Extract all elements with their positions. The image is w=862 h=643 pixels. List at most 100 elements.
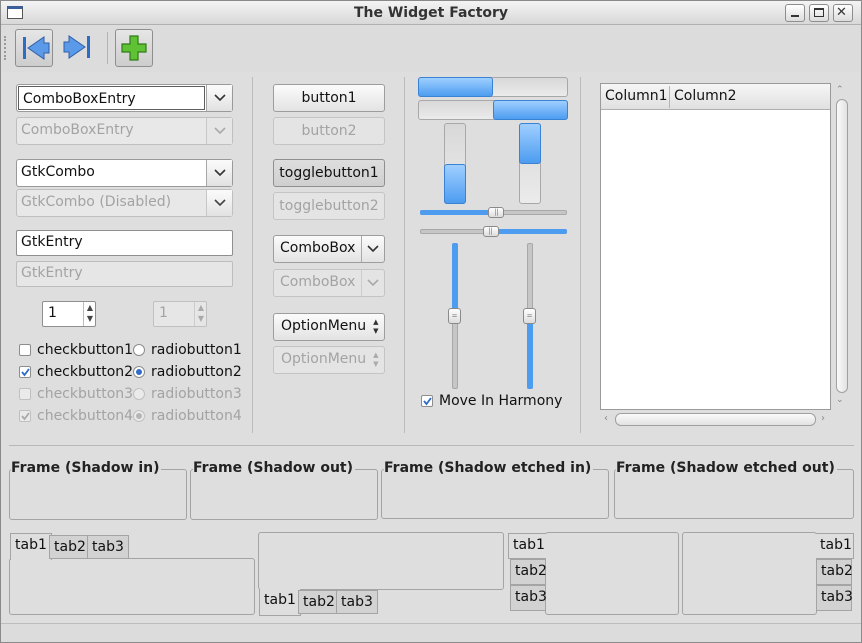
chevron-down-icon[interactable] [361,236,384,262]
notebook-top-tab3[interactable]: tab3 [87,535,129,559]
gtk-combo-text[interactable]: GtkCombo [17,160,206,186]
checkbox-checked-icon[interactable] [421,395,433,407]
scroll-left-icon[interactable]: ‹ [604,413,608,424]
checkbutton3-label: checkbutton3 [37,386,134,402]
combobox-disabled-text: ComboBox [280,274,356,290]
scale-vertical-1[interactable]: = [447,243,463,389]
notebook-top-page [9,558,255,615]
close-button[interactable]: ✕ [833,4,853,22]
progress-bar-horizontal-1 [418,77,568,97]
notebook-left-tab3[interactable]: tab3 [510,585,547,611]
scroll-up-icon[interactable]: ⌃ [836,85,844,95]
notebook-bottom-tab3[interactable]: tab3 [336,590,378,614]
progress-bar-horizontal-2 [418,100,568,120]
button1[interactable]: button1 [273,84,385,112]
notebook-right-tab2[interactable]: tab2 [816,559,853,585]
gtk-entry-disabled: GtkEntry [16,261,233,287]
option-menu-disabled: OptionMenu ▲ ▼ [273,346,385,374]
progress-bar-vertical-1 [444,123,466,204]
scroll-down-icon[interactable]: ⌄ [836,395,844,405]
scale-horizontal-2[interactable]: || [420,225,567,239]
checkbox-unchecked-icon[interactable] [19,344,31,356]
progress-fill [493,100,568,120]
chevron-down-icon [206,118,232,144]
option-menu-text[interactable]: OptionMenu [274,314,373,340]
spin-button[interactable]: 1 ▲ ▼ [42,301,96,327]
frame-shadow-etched-in [381,469,609,519]
scale-fill [490,229,567,234]
notebook-top-tab1[interactable]: tab1 [10,533,52,560]
combo-box-entry[interactable]: ComboBoxEntry [16,84,233,112]
column-header-divider [669,86,670,108]
notebook-left-tab1[interactable]: tab1 [508,533,546,559]
progress-bar-vertical-2 [519,123,541,204]
gtk-entry[interactable]: GtkEntry [16,230,233,256]
tree-view[interactable]: Column1 Column2 [600,83,831,410]
scale-handle[interactable]: || [482,226,499,237]
move-in-harmony-check[interactable]: Move In Harmony [421,393,562,409]
toolbar [1,26,861,72]
scale-handle[interactable]: = [448,308,461,324]
radio-selected-icon[interactable] [133,366,145,378]
scale-fill [527,315,533,389]
tree-vertical-scrollbar[interactable]: ⌃ ⌄ [834,85,850,409]
notebook-right-tab1[interactable]: tab1 [816,533,854,559]
option-menu-disabled-text: OptionMenu [281,351,367,367]
notebook-top-tab2[interactable]: tab2 [49,535,91,559]
scrollbar-thumb[interactable] [615,413,816,426]
checkbox-checked-icon[interactable] [19,366,31,378]
tree-horizontal-scrollbar[interactable]: ‹ › [601,412,831,428]
add-button[interactable] [115,29,153,67]
gtk-combo[interactable]: GtkCombo [16,159,233,187]
frame-shadow-etched-out [614,469,854,519]
forward-button[interactable] [61,29,99,67]
scale-handle[interactable]: || [488,207,505,218]
frame-shadow-in-label: Frame (Shadow in) [11,460,162,476]
horizontal-separator [9,445,854,446]
notebook-bottom-tab1[interactable]: tab1 [259,589,301,616]
frame-shadow-out [190,469,378,520]
spin-value[interactable]: 1 [48,305,57,321]
chevron-down-icon[interactable] [206,85,232,111]
updown-icon[interactable]: ▲ ▼ [373,314,384,340]
combobox-text[interactable]: ComboBox [274,236,361,262]
radiobutton2[interactable]: radiobutton2 [133,364,242,380]
checkbutton2[interactable]: checkbutton2 [19,364,133,380]
toolbar-grip[interactable] [4,36,8,60]
frame-shadow-out-label: Frame (Shadow out) [193,460,355,476]
arrow-right-icon [63,35,90,59]
scale-handle[interactable]: = [523,308,536,324]
move-in-harmony-label: Move In Harmony [439,393,563,409]
notebook-bottom-tab2[interactable]: tab2 [298,590,340,614]
scroll-right-icon[interactable]: › [821,413,825,424]
notebook-left-tab2[interactable]: tab2 [510,559,547,585]
radio-unselected-icon[interactable] [133,344,145,356]
maximize-button[interactable] [809,4,829,22]
notebook-left-page [545,532,679,615]
notebook-bottom-page [258,532,504,590]
spin-arrows[interactable]: ▲ ▼ [83,302,96,326]
back-button[interactable] [15,29,53,67]
checkbutton1[interactable]: checkbutton1 [19,342,133,358]
combo-box-entry-text[interactable]: ComboBoxEntry [18,86,205,110]
radiobutton1[interactable]: radiobutton1 [133,342,242,358]
minimize-button[interactable] [785,4,805,22]
chevron-down-icon[interactable] [206,160,232,186]
togglebutton1[interactable]: togglebutton1 [273,159,385,187]
radio-selected-disabled-icon [133,410,145,422]
spin-button-disabled: 1 ▲ ▼ [153,301,207,327]
scale-vertical-2[interactable]: = [522,243,538,389]
scrollbar-thumb[interactable] [836,99,848,393]
combo-box-entry-disabled: ComboBoxEntry [16,117,233,145]
notebook-right-tab3[interactable]: tab3 [816,585,853,611]
column-header-1[interactable]: Column1 [605,88,669,104]
radiobutton4: radiobutton4 [133,408,242,424]
checkbutton1-label: checkbutton1 [37,342,134,358]
progress-fill [519,123,541,164]
combobox[interactable]: ComboBox [273,235,385,263]
scale-horizontal-1[interactable]: || [420,206,567,220]
column-header-2[interactable]: Column2 [674,88,774,104]
option-menu[interactable]: OptionMenu ▲ ▼ [273,313,385,341]
column-separator [580,77,581,433]
checkbox-checked-disabled-icon [19,410,31,422]
